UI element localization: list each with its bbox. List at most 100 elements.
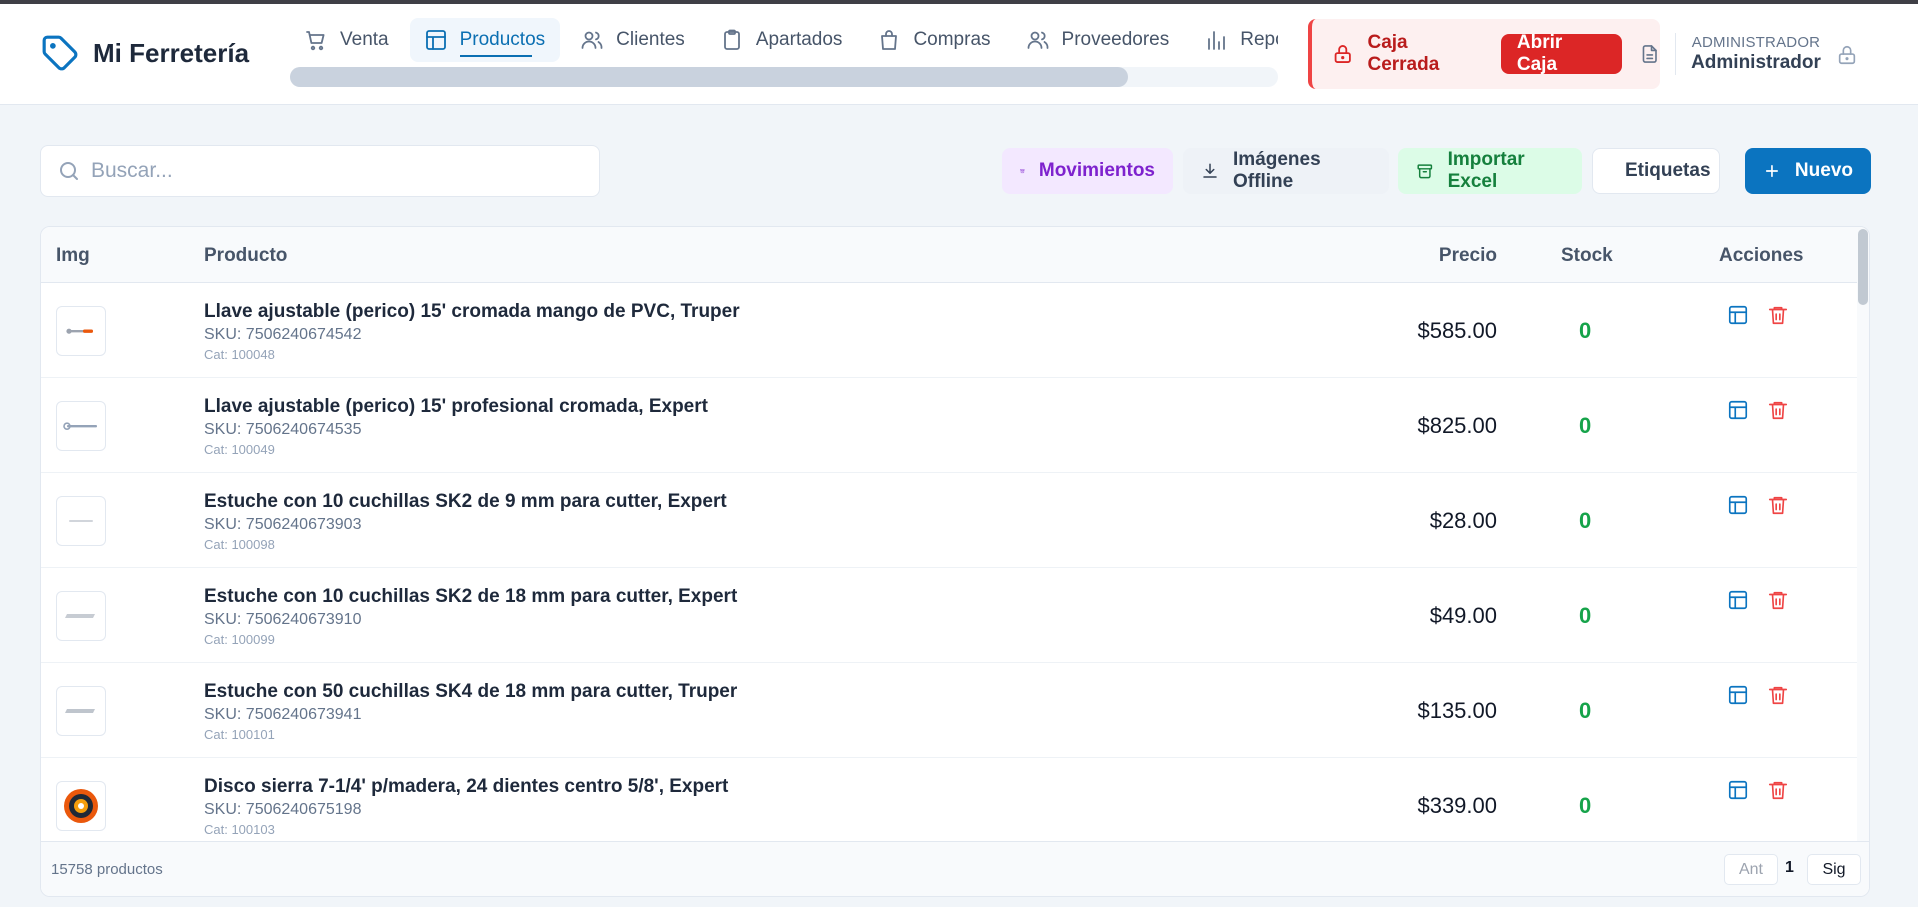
document-icon[interactable] — [1639, 43, 1660, 65]
nav-scrollbar[interactable] — [290, 67, 1278, 87]
search-input[interactable] — [91, 159, 571, 183]
nav-item-proveedores[interactable]: Proveedores — [1012, 18, 1185, 62]
trash-icon[interactable] — [1767, 589, 1789, 611]
product-stock: 0 — [1579, 318, 1592, 343]
product-price: $28.00 — [1429, 508, 1497, 533]
blade-icon — [65, 614, 95, 618]
users-icon — [581, 31, 603, 49]
nav-item-productos[interactable]: Productos — [409, 18, 561, 62]
user-info: ADMINISTRADOR Administrador — [1682, 34, 1830, 74]
lock-icon[interactable] — [1836, 44, 1858, 66]
table-row[interactable]: Llave ajustable (perico) 15' cromada man… — [41, 283, 1859, 378]
product-category: Cat: 100098 — [204, 537, 275, 552]
nav-item-compras[interactable]: Compras — [863, 18, 1005, 62]
product-stock: 0 — [1579, 508, 1592, 533]
labels-label: Etiquetas — [1625, 160, 1711, 181]
labels-button[interactable]: Etiquetas — [1592, 148, 1720, 194]
header-stock: Stock — [1561, 245, 1613, 266]
table-footer: 15758 productos Ant 1 Sig — [41, 841, 1869, 896]
header-img: Img — [56, 245, 90, 266]
movements-button[interactable]: Movimientos — [1002, 148, 1173, 194]
open-cash-button[interactable]: Abrir Caja — [1500, 32, 1622, 75]
product-name: Llave ajustable (perico) 15' cromada man… — [204, 301, 740, 322]
new-product-label: Nuevo — [1794, 160, 1853, 181]
product-name: Estuche con 10 cuchillas SK2 de 9 mm par… — [204, 491, 727, 512]
products-table: Img Producto Precio Stock Acciones Llave… — [40, 226, 1870, 897]
next-page-button[interactable]: Sig — [1807, 854, 1861, 885]
product-price: $135.00 — [1417, 698, 1497, 723]
product-count: 15758 productos — [51, 861, 163, 878]
product-name: Estuche con 50 cuchillas SK4 de 18 mm pa… — [204, 681, 738, 702]
product-sku: SKU: 7506240673910 — [204, 611, 362, 628]
edit-icon[interactable] — [1727, 494, 1749, 516]
trash-icon[interactable] — [1767, 494, 1789, 516]
product-category: Cat: 100049 — [204, 442, 275, 457]
import-excel-label: Importar Excel — [1447, 149, 1525, 192]
product-stock: 0 — [1579, 413, 1592, 438]
product-category: Cat: 100048 — [204, 347, 275, 362]
product-stock: 0 — [1579, 603, 1592, 628]
nav-item-clientes[interactable]: Clientes — [566, 18, 700, 62]
product-name: Estuche con 10 cuchillas SK2 de 18 mm pa… — [204, 586, 738, 607]
trash-icon[interactable] — [1767, 304, 1789, 326]
header-producto: Producto — [204, 245, 288, 266]
table-scrollbar[interactable] — [1857, 227, 1869, 843]
user-name: Administrador — [1691, 52, 1821, 73]
nav-scrollbar-thumb[interactable] — [290, 67, 1128, 87]
product-price: $825.00 — [1417, 413, 1497, 438]
search-box[interactable] — [40, 145, 600, 197]
header-precio: Precio — [1438, 245, 1497, 266]
import-excel-button[interactable]: Importar Excel — [1398, 148, 1582, 194]
header-acciones: Acciones — [1719, 245, 1804, 266]
nav-item-venta[interactable]: Venta — [290, 18, 404, 62]
edit-icon[interactable] — [1727, 589, 1749, 611]
cart-icon — [306, 31, 325, 51]
product-thumbnail[interactable] — [56, 686, 106, 736]
edit-icon[interactable] — [1727, 399, 1749, 421]
product-sku: SKU: 7506240673941 — [204, 706, 362, 723]
table-row[interactable]: Llave ajustable (perico) 15' profesional… — [41, 378, 1859, 473]
nav-label: Reportes — [1240, 29, 1278, 50]
product-stock: 0 — [1579, 793, 1592, 818]
table-row[interactable]: Estuche con 50 cuchillas SK4 de 18 mm pa… — [41, 663, 1859, 758]
blade-icon — [65, 709, 95, 713]
layout-icon — [425, 30, 446, 50]
table-row[interactable]: Disco sierra 7-1/4' p/madera, 24 dientes… — [41, 758, 1859, 853]
product-sku: SKU: 7506240675198 — [204, 801, 362, 818]
archive-icon — [1020, 169, 1025, 174]
product-stock: 0 — [1579, 698, 1592, 723]
table-header: Img Producto Precio Stock Acciones — [41, 227, 1859, 283]
trash-icon[interactable] — [1767, 779, 1789, 801]
cash-status: Caja Cerrada — [1367, 32, 1440, 75]
table-row[interactable]: Estuche con 10 cuchillas SK2 de 9 mm par… — [41, 473, 1859, 568]
product-thumbnail[interactable] — [56, 496, 106, 546]
wrench-icon — [63, 422, 97, 431]
product-thumbnail[interactable] — [56, 591, 106, 641]
nav-item-reportes[interactable]: Reportes — [1190, 18, 1278, 62]
edit-icon[interactable] — [1727, 684, 1749, 706]
movements-label: Movimientos — [1038, 160, 1155, 181]
product-category: Cat: 100099 — [204, 632, 275, 647]
product-price: $339.00 — [1417, 793, 1497, 818]
product-category: Cat: 100101 — [204, 727, 275, 742]
product-thumbnail[interactable] — [56, 306, 106, 356]
product-price: $585.00 — [1417, 318, 1497, 343]
product-price: $49.00 — [1429, 603, 1497, 628]
new-product-button[interactable]: Nuevo — [1745, 148, 1871, 194]
nav-item-apartados[interactable]: Apartados — [706, 18, 858, 62]
product-thumbnail[interactable] — [56, 401, 106, 451]
trash-icon[interactable] — [1767, 399, 1789, 421]
edit-icon[interactable] — [1727, 304, 1749, 326]
product-thumbnail[interactable] — [56, 781, 106, 831]
wrench-icon — [66, 328, 93, 334]
table-row[interactable]: Estuche con 10 cuchillas SK2 de 18 mm pa… — [41, 568, 1859, 663]
trash-icon[interactable] — [1767, 684, 1789, 706]
offline-images-button[interactable]: Imágenes Offline — [1183, 148, 1389, 194]
current-page: 1 — [1785, 859, 1794, 876]
edit-icon[interactable] — [1727, 779, 1749, 801]
table-scrollbar-thumb[interactable] — [1858, 229, 1868, 305]
brand[interactable]: Mi Ferretería — [41, 34, 249, 72]
bar-chart-icon — [1208, 31, 1226, 50]
prev-page-button[interactable]: Ant — [1724, 854, 1778, 885]
nav-label: Venta — [340, 29, 389, 50]
